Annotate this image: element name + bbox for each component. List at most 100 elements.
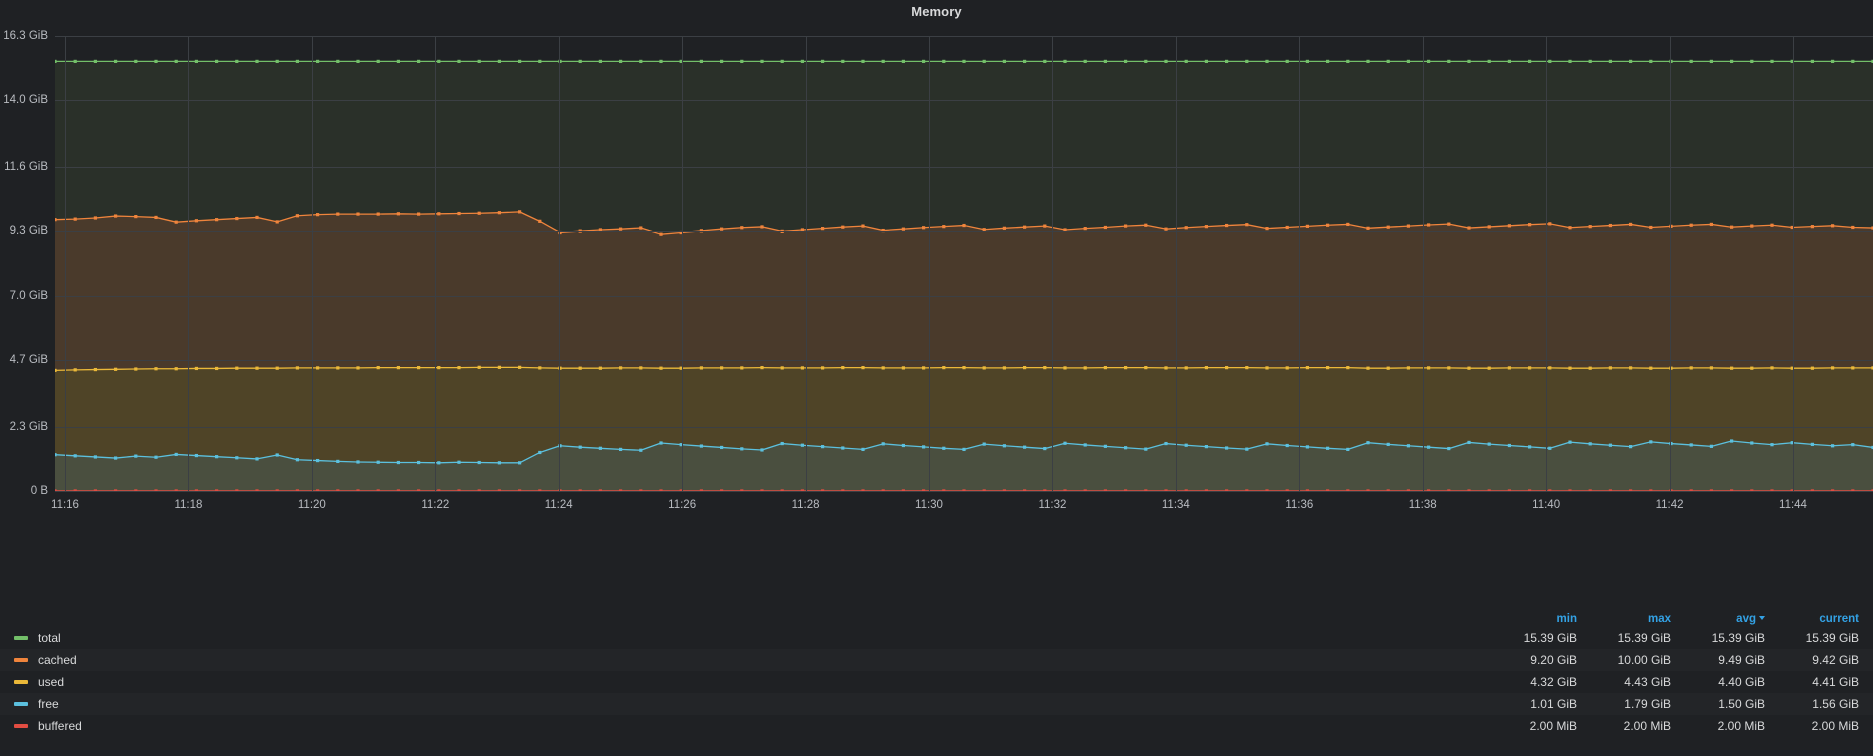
x-axis-tick-label: 11:24: [544, 499, 573, 511]
grid-line-horizontal: [55, 36, 1873, 37]
legend-value-min: 9.20 GiB: [1530, 653, 1577, 667]
grid-line-horizontal: [55, 231, 1873, 232]
grid-line-vertical: [188, 36, 189, 491]
legend-header-min-label: min: [1556, 612, 1577, 625]
legend-value-max: 4.43 GiB: [1624, 675, 1671, 689]
x-axis-line: [55, 491, 1873, 492]
grid-line-vertical: [1670, 36, 1671, 491]
y-axis-tick-label: 9.3 GiB: [9, 225, 48, 238]
legend-body: total 15.39 GiB 15.39 GiB 15.39 GiB 15.39 Gi…: [0, 627, 1873, 737]
x-axis-tick-label: 11:42: [1655, 499, 1684, 511]
x-axis-tick-label: 11:34: [1161, 499, 1190, 511]
legend-value-min: 2.00 MiB: [1529, 719, 1577, 733]
legend-series-name-cell[interactable]: free: [0, 693, 1497, 715]
x-axis-tick-label: 11:18: [174, 499, 203, 511]
grid-line-horizontal: [55, 296, 1873, 297]
legend-value-max: 15.39 GiB: [1617, 631, 1671, 645]
legend-row[interactable]: free 1.01 GiB 1.79 GiB 1.50 GiB 1.56 GiB: [0, 693, 1873, 715]
grid-line-vertical: [806, 36, 807, 491]
legend-series-label: total: [38, 631, 61, 645]
grid-line-vertical: [1176, 36, 1177, 491]
legend-header-max[interactable]: max: [1591, 610, 1685, 627]
grid-line-vertical: [929, 36, 930, 491]
legend-table: min max avg current total 15.39 GiB 15.39 …: [0, 610, 1873, 737]
legend-value-current: 2.00 MiB: [1811, 719, 1859, 733]
y-axis-labels: 0 B 2.3 GiB 4.7 GiB 7.0 GiB 9.3 GiB 11.6 GiB 1…: [0, 30, 48, 497]
legend[interactable]: min max avg current total 15.39 GiB 15.39 …: [0, 610, 1873, 756]
grid-line-vertical: [1299, 36, 1300, 491]
legend-header-current[interactable]: current: [1779, 610, 1873, 627]
y-axis-tick-label: 16.3 GiB: [3, 30, 48, 42]
legend-value-max: 2.00 MiB: [1623, 719, 1671, 733]
legend-value-current: 15.39 GiB: [1805, 631, 1859, 645]
legend-value-avg: 4.40 GiB: [1718, 675, 1765, 689]
legend-value-current: 1.56 GiB: [1812, 697, 1859, 711]
legend-row[interactable]: total 15.39 GiB 15.39 GiB 15.39 GiB 15.39 Gi…: [0, 627, 1873, 649]
legend-value-max: 1.79 GiB: [1624, 697, 1671, 711]
plot-area[interactable]: 0 B 2.3 GiB 4.7 GiB 7.0 GiB 9.3 GiB 11.6 GiB 1…: [0, 24, 1873, 604]
legend-header-max-label: max: [1647, 612, 1671, 625]
x-axis-tick-label: 11:22: [421, 499, 450, 511]
legend-header-series: [0, 610, 1497, 627]
grid-line-horizontal: [55, 427, 1873, 428]
legend-series-label: free: [38, 697, 59, 711]
legend-header-min[interactable]: min: [1497, 610, 1591, 627]
legend-value-current: 4.41 GiB: [1812, 675, 1859, 689]
legend-header-row: min max avg current: [0, 610, 1873, 627]
x-axis-tick-label: 11:16: [51, 499, 79, 511]
plot-canvas[interactable]: [55, 36, 1873, 491]
legend-value-min: 15.39 GiB: [1523, 631, 1577, 645]
grid-line-vertical: [682, 36, 683, 491]
legend-row[interactable]: buffered 2.00 MiB 2.00 MiB 2.00 MiB 2.00 MiB: [0, 715, 1873, 737]
grid-line-vertical: [1546, 36, 1547, 491]
grid-line-vertical: [1793, 36, 1794, 491]
x-axis-tick-label: 11:36: [1285, 499, 1314, 511]
legend-series-label: buffered: [38, 719, 82, 733]
x-axis-tick-label: 11:26: [668, 499, 697, 511]
legend-value-avg: 2.00 MiB: [1717, 719, 1765, 733]
legend-color-swatch-icon[interactable]: [14, 658, 28, 663]
legend-header-avg-label: avg: [1736, 612, 1756, 625]
legend-header-avg[interactable]: avg: [1685, 610, 1779, 627]
y-axis-tick-label: 11.6 GiB: [4, 161, 48, 174]
memory-graph-panel: Memory 0 B 2.3 GiB 4.7 GiB 7.0 GiB 9.3 GiB 11…: [0, 0, 1873, 756]
x-axis-tick-label: 11:38: [1408, 499, 1437, 511]
y-axis-tick-label: 14.0 GiB: [3, 94, 48, 107]
x-axis-tick-label: 11:30: [915, 499, 943, 511]
legend-row[interactable]: cached 9.20 GiB 10.00 GiB 9.49 GiB 9.42 GiB: [0, 649, 1873, 671]
legend-value-min: 1.01 GiB: [1530, 697, 1577, 711]
legend-value-avg: 1.50 GiB: [1718, 697, 1765, 711]
legend-value-avg: 15.39 GiB: [1711, 631, 1765, 645]
x-axis-tick-label: 11:44: [1779, 499, 1807, 511]
grid-line-vertical: [312, 36, 313, 491]
legend-color-swatch-icon[interactable]: [14, 702, 28, 707]
legend-header-current-label: current: [1819, 612, 1859, 625]
y-axis-tick-label: 2.3 GiB: [9, 420, 48, 433]
y-axis-tick-label: 0 B: [30, 485, 48, 497]
legend-color-swatch-icon[interactable]: [14, 636, 28, 641]
chart-svg: [55, 59, 1873, 491]
legend-series-name-cell[interactable]: total: [0, 627, 1497, 649]
grid-line-vertical: [65, 36, 66, 491]
legend-value-avg: 9.49 GiB: [1718, 653, 1765, 667]
legend-value-current: 9.42 GiB: [1812, 653, 1859, 667]
y-axis-tick-label: 4.7 GiB: [9, 353, 48, 366]
grid-line-vertical: [1052, 36, 1053, 491]
x-axis-tick-label: 11:32: [1038, 499, 1067, 511]
panel-title: Memory: [911, 4, 962, 19]
legend-series-name-cell[interactable]: buffered: [0, 715, 1497, 737]
x-axis-tick-label: 11:40: [1532, 499, 1561, 511]
x-axis-labels: 11:16 11:18 11:20 11:22 11:24 11:26 11:28 11:30…: [51, 499, 1873, 521]
legend-color-swatch-icon[interactable]: [14, 724, 28, 729]
legend-row[interactable]: used 4.32 GiB 4.43 GiB 4.40 GiB 4.41 GiB: [0, 671, 1873, 693]
legend-color-swatch-icon[interactable]: [14, 680, 28, 685]
legend-series-label: cached: [38, 653, 77, 667]
legend-series-name-cell[interactable]: cached: [0, 649, 1497, 671]
grid-line-vertical: [1423, 36, 1424, 491]
legend-series-name-cell[interactable]: used: [0, 671, 1497, 693]
x-axis-tick-label: 11:20: [297, 499, 326, 511]
grid-line-vertical: [559, 36, 560, 491]
grid-line-horizontal: [55, 167, 1873, 168]
legend-value-min: 4.32 GiB: [1530, 675, 1577, 689]
grid-line-horizontal: [55, 100, 1873, 101]
